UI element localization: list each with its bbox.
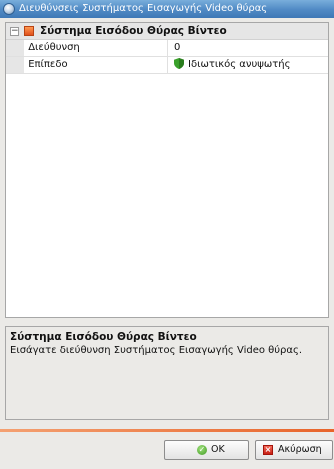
window-title: Διευθύνσεις Συστήματος Εισαγωγής Video θ…: [19, 3, 268, 14]
accent-divider: [0, 429, 334, 432]
ok-button[interactable]: ✓ OK: [164, 440, 249, 460]
description-panel: Σύστημα Εισόδου Θύρας Βίντεο Εισάγατε δι…: [5, 326, 329, 420]
category-row[interactable]: − Σύστημα Εισόδου Θύρας Βίντεο: [6, 23, 328, 40]
property-row-address[interactable]: Διεύθυνση 0: [6, 40, 328, 57]
description-text: Εισάγατε διεύθυνση Συστήματος Εισαγωγής …: [10, 345, 303, 356]
property-value-address[interactable]: 0: [174, 40, 180, 56]
cancel-button-label: Ακύρωση: [278, 444, 322, 455]
property-value-level[interactable]: Ιδιωτικός ανυψωτής: [174, 57, 290, 73]
category-label: Σύστημα Εισόδου Θύρας Βίντεο: [40, 25, 227, 37]
property-name-text: Επίπεδο: [28, 59, 68, 70]
row-margin: [6, 40, 24, 56]
dialog-window: Διευθύνσεις Συστήματος Εισαγωγής Video θ…: [0, 0, 334, 469]
green-shield-icon: [174, 58, 184, 69]
collapse-icon[interactable]: −: [10, 27, 19, 36]
cancel-button[interactable]: × Ακύρωση: [255, 440, 333, 460]
property-name-text: Διεύθυνση: [28, 42, 80, 53]
property-name: Διεύθυνση: [25, 40, 168, 56]
ok-button-label: OK: [211, 444, 225, 455]
title-bar[interactable]: Διευθύνσεις Συστήματος Εισαγωγής Video θ…: [0, 0, 334, 18]
check-icon: ✓: [197, 445, 207, 455]
category-icon: [24, 26, 34, 36]
close-icon: ×: [263, 445, 273, 455]
level-value-text: Ιδιωτικός ανυψωτής: [188, 59, 291, 70]
property-grid: − Σύστημα Εισόδου Θύρας Βίντεο Διεύθυνση…: [5, 22, 329, 318]
app-icon: [3, 3, 15, 15]
row-margin: [6, 57, 24, 73]
description-title: Σύστημα Εισόδου Θύρας Βίντεο: [10, 331, 197, 343]
property-row-level[interactable]: Επίπεδο Ιδιωτικός ανυψωτής: [6, 57, 328, 74]
property-name: Επίπεδο: [25, 57, 168, 73]
